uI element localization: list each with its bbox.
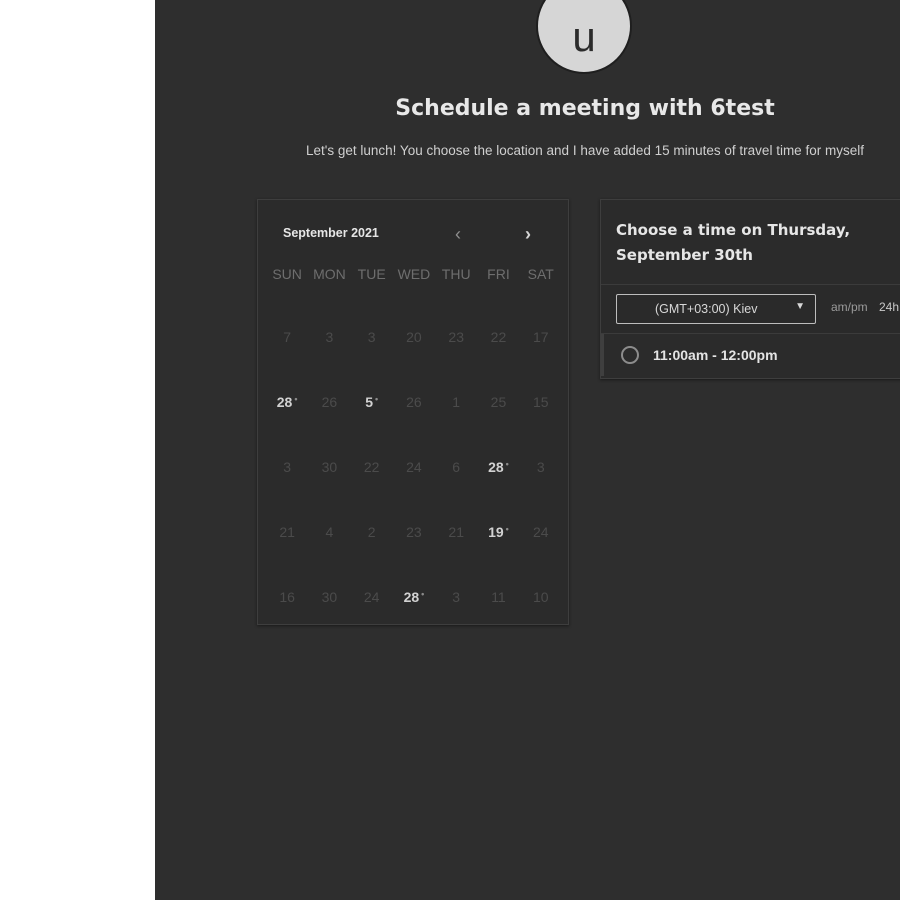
calendar-day: 26 — [321, 393, 338, 410]
calendar-card: September 2021 ‹ › SUN MON TUE WED THU FRI SAT… — [257, 199, 569, 625]
calendar-day: 7 — [283, 328, 292, 345]
avatar: u — [536, 0, 632, 74]
calendar-day: 3 — [367, 328, 376, 345]
calendar-day-available[interactable]: 19 — [477, 524, 519, 540]
calendar-day: 23 — [406, 523, 422, 540]
format-ampm-toggle[interactable]: am/pm — [831, 300, 868, 314]
time-slot-label: 11:00am - 12:00pm — [653, 347, 778, 363]
calendar-day: 2 — [367, 523, 376, 540]
time-selection-heading: Choose a time on Thursday, September 30t… — [616, 221, 851, 264]
calendar-week-row: 7 3 3 20 23 22 17 — [266, 304, 562, 369]
calendar-day: 25 — [490, 393, 507, 410]
caret-down-icon: ▼ — [795, 301, 805, 312]
timezone-row: (GMT+03:00) Kiev ▼ am/pm 24h — [601, 284, 900, 334]
calendar-day: 4 — [325, 523, 334, 540]
calendar-day: 30 — [321, 458, 338, 475]
calendar-day: 24 — [406, 458, 422, 475]
calendar-day: 21 — [279, 523, 295, 540]
weekday-header-row: SUN MON TUE WED THU FRI SAT — [266, 266, 562, 282]
scheduling-panel: u Schedule a meeting with 6test Let's ge… — [155, 0, 900, 900]
calendar-week-row: 16 30 24 28 3 11 10 — [266, 564, 562, 629]
calendar-day-available[interactable]: 28 — [477, 459, 519, 475]
calendar-day: 26 — [406, 393, 422, 410]
weekday-label: SUN — [272, 266, 302, 282]
chevron-right-icon: › — [525, 223, 531, 244]
time-slot-option[interactable]: 11:00am - 12:00pm — [601, 334, 900, 376]
calendar-day: 6 — [452, 458, 461, 475]
timezone-select[interactable]: (GMT+03:00) Kiev ▼ — [616, 294, 816, 324]
weekday-label: THU — [441, 266, 471, 282]
weekday-label: MON — [313, 266, 346, 282]
page-title: Schedule a meeting with 6test — [395, 96, 775, 121]
calendar-month-label: September 2021 — [283, 226, 379, 240]
calendar-day: 16 — [279, 588, 295, 605]
calendar-day: 23 — [448, 328, 464, 345]
timezone-value: (GMT+03:00) Kiev — [655, 302, 758, 316]
calendar-day: 3 — [325, 328, 334, 345]
next-month-button[interactable]: › — [516, 220, 540, 248]
weekday-label: SAT — [527, 266, 554, 282]
calendar-day: 15 — [532, 393, 549, 410]
calendar-day: 22 — [363, 458, 380, 475]
calendar-day-available[interactable]: 28 — [266, 394, 308, 410]
calendar-day: 10 — [532, 588, 549, 605]
calendar-day: 21 — [448, 523, 464, 540]
format-24h-toggle[interactable]: 24h — [879, 300, 899, 314]
calendar-header: September 2021 ‹ › — [258, 200, 568, 264]
weekday-label: WED — [397, 266, 431, 282]
calendar-day: 24 — [363, 588, 380, 605]
calendar-day-available[interactable]: 28 — [393, 589, 435, 605]
weekday-label: FRI — [487, 266, 510, 282]
radio-circle-icon[interactable] — [621, 346, 639, 364]
calendar-day: 1 — [452, 393, 461, 410]
calendar-day: 11 — [491, 588, 506, 605]
calendar-day: 30 — [321, 588, 338, 605]
previous-month-button[interactable]: ‹ — [446, 220, 470, 248]
calendar-day: 3 — [536, 458, 545, 475]
time-selection-card: Choose a time on Thursday, September 30t… — [600, 199, 900, 379]
meeting-description: Let's get lunch! You choose the location… — [306, 143, 864, 158]
calendar-day: 3 — [452, 588, 461, 605]
calendar-day: 24 — [532, 523, 549, 540]
chevron-left-icon: ‹ — [455, 223, 461, 244]
calendar-week-row: 3 30 22 24 6 28 3 — [266, 434, 562, 499]
calendar-day: 20 — [406, 328, 422, 345]
calendar-day: 17 — [532, 328, 549, 345]
calendar-day: 22 — [490, 328, 507, 345]
calendar-week-row: 28 26 5 26 1 25 15 — [266, 369, 562, 434]
calendar-day-available[interactable]: 5 — [351, 394, 393, 410]
avatar-initial: u — [572, 13, 596, 60]
calendar-grid: 7 3 3 20 23 22 17 28 26 5 26 1 25 15 3 30 22 24 6 28 3 21 4 2 23… — [266, 304, 562, 629]
calendar-day: 3 — [283, 458, 292, 475]
weekday-label: TUE — [357, 266, 386, 282]
calendar-week-row: 21 4 2 23 21 19 24 — [266, 499, 562, 564]
